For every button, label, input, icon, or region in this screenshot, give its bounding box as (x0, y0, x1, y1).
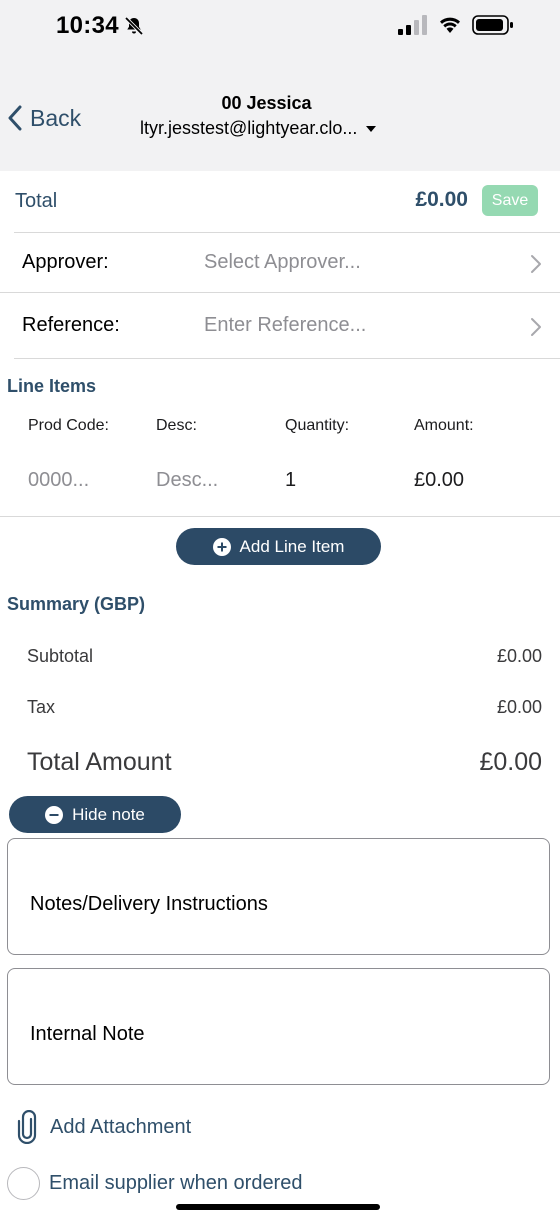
account-email: ltyr.jesstest@lightyear.clo... (140, 118, 358, 138)
total-amount-label: Total Amount (27, 748, 172, 776)
subtotal-label: Subtotal (27, 646, 94, 666)
column-header-prod-code: Prod Code: (28, 417, 109, 434)
amount-value[interactable]: £0.00 (414, 469, 464, 492)
column-header-quantity: Quantity: (285, 417, 350, 434)
quantity-input[interactable]: 1 (285, 469, 296, 492)
divider (0, 516, 560, 517)
total-label: Total (15, 190, 58, 212)
tax-value: £0.00 (496, 697, 542, 717)
internal-note-input[interactable]: Internal Note (7, 968, 550, 1085)
total-amount-value: £0.00 (479, 748, 542, 776)
reference-row[interactable]: Reference: Enter Reference... (0, 297, 560, 355)
tax-label: Tax (27, 697, 56, 717)
prod-code-input[interactable]: 0000... (28, 469, 89, 492)
subtotal-value: £0.00 (496, 646, 542, 666)
divider (14, 232, 560, 233)
top-bar: 10:34 Back 00 Jessica ltyr.jesstest@ligh… (0, 0, 560, 171)
email-supplier-option[interactable]: Email supplier when ordered (7, 1167, 302, 1200)
account-selector[interactable]: ltyr.jesstest@lightyear.clo... (140, 118, 410, 139)
back-button[interactable]: Back (6, 103, 81, 133)
reference-input[interactable]: Enter Reference... (204, 314, 366, 337)
line-items-title: Line Items (7, 376, 97, 396)
chevron-left-icon (8, 105, 22, 131)
hide-note-label: Hide note (72, 804, 145, 824)
home-indicator (176, 1204, 380, 1210)
add-line-item-label: Add Line Item (239, 536, 345, 556)
battery-icon (472, 15, 513, 35)
summary-title: Summary (GBP) (7, 594, 146, 614)
back-label: Back (30, 104, 82, 131)
approver-row[interactable]: Approver: Select Approver... (0, 234, 560, 292)
page-title: 00 Jessica (221, 93, 312, 113)
delivery-notes-placeholder: Notes/Delivery Instructions (30, 893, 268, 915)
divider (0, 292, 560, 293)
hide-note-button[interactable]: Hide note (9, 796, 181, 833)
add-line-item-button[interactable]: Add Line Item (176, 528, 381, 565)
caret-down-icon (366, 125, 377, 132)
paperclip-icon (17, 1110, 37, 1144)
reference-label: Reference: (22, 314, 120, 336)
total-row: Total £0.00 Save (0, 171, 560, 233)
approver-label: Approver: (22, 251, 109, 273)
total-amount: £0.00 (415, 188, 468, 211)
wifi-icon (440, 17, 460, 33)
email-supplier-radio[interactable] (7, 1167, 40, 1200)
minus-circle-icon (45, 805, 64, 824)
email-supplier-label: Email supplier when ordered (49, 1172, 303, 1194)
save-button[interactable]: Save (482, 185, 538, 216)
delivery-notes-input[interactable]: Notes/Delivery Instructions (7, 838, 550, 955)
bell-off-icon (124, 16, 144, 36)
chevron-right-icon (531, 255, 541, 273)
chevron-right-icon (531, 318, 541, 336)
plus-circle-icon (212, 537, 231, 556)
add-attachment-label: Add Attachment (50, 1115, 192, 1138)
internal-note-placeholder: Internal Note (30, 1023, 145, 1045)
column-header-desc: Desc: (156, 417, 197, 434)
status-time: 10:34 (56, 12, 119, 39)
add-attachment-button[interactable]: Add Attachment (14, 1110, 191, 1144)
divider (14, 358, 560, 359)
desc-input[interactable]: Desc... (156, 469, 218, 492)
cellular-signal-icon (398, 15, 427, 35)
column-header-amount: Amount: (414, 417, 474, 434)
approver-select[interactable]: Select Approver... (204, 251, 361, 274)
